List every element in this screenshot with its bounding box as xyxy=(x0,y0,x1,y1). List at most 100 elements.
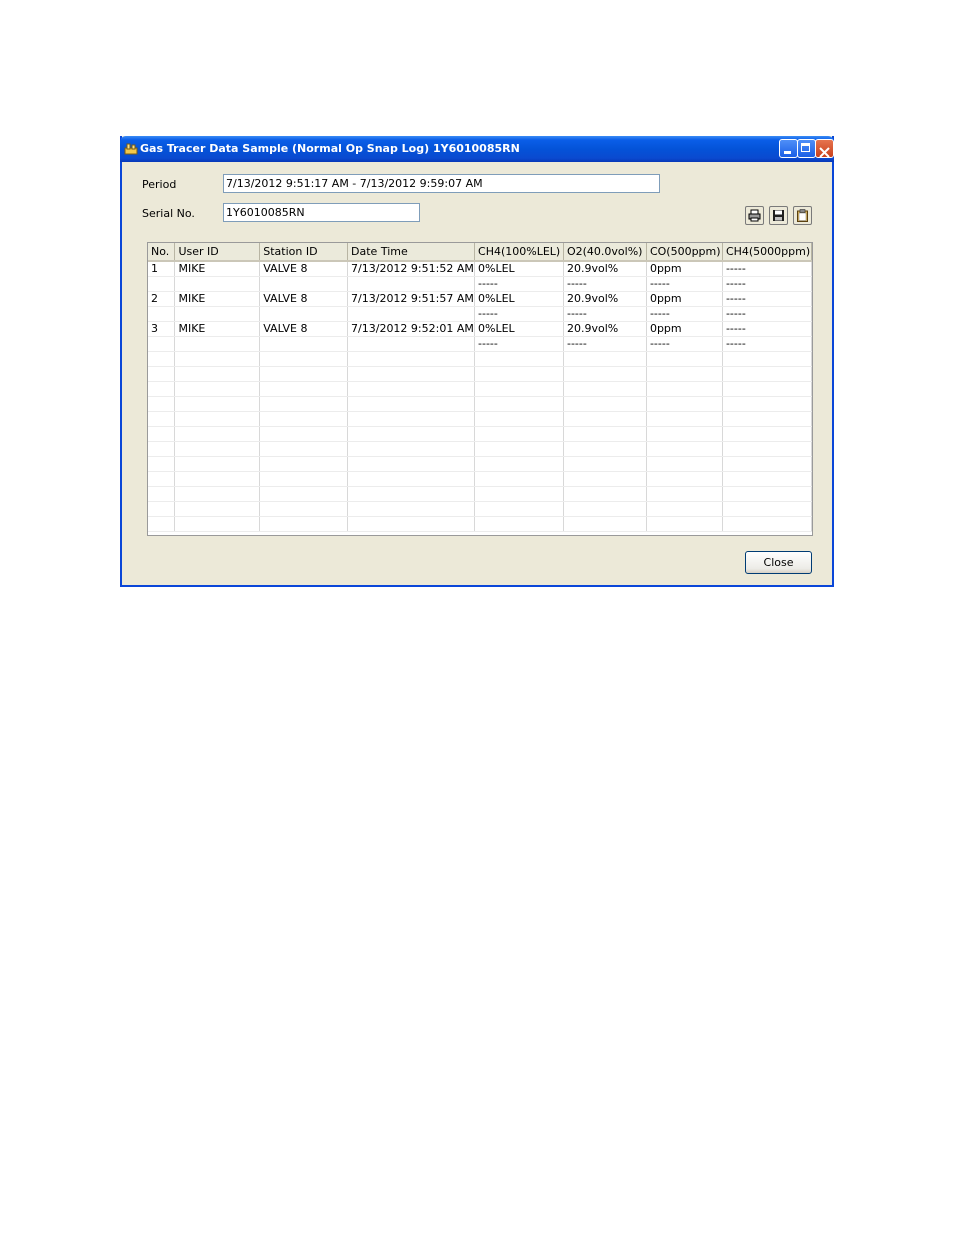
table-row[interactable]: ----- ----- ----- ----- xyxy=(148,276,812,292)
table-row[interactable]: 2 MIKE VALVE 8 7/13/2012 9:51:57 AM 0%LEL 20.… xyxy=(148,291,812,307)
table-cell: 0ppm xyxy=(646,261,723,277)
table-cell xyxy=(347,411,476,427)
table-cell xyxy=(259,306,349,322)
table-cell xyxy=(347,471,476,487)
table-row[interactable]: 1 MIKE VALVE 8 7/13/2012 9:51:52 AM 0%LEL 20.… xyxy=(148,261,812,277)
serial-field[interactable]: 1Y6010085RN xyxy=(223,203,420,222)
column-header[interactable]: CH4(5000ppm) xyxy=(722,243,812,262)
table-cell xyxy=(563,381,647,397)
table-cell xyxy=(259,501,349,517)
app-icon xyxy=(124,141,138,155)
table-cell xyxy=(174,351,261,367)
save-icon xyxy=(773,210,784,221)
table-cell xyxy=(474,381,564,397)
table-cell: ----- xyxy=(646,306,723,322)
table-cell: 1 xyxy=(148,261,176,277)
table-cell xyxy=(347,501,476,517)
column-header[interactable]: O2(40.0vol%) xyxy=(563,243,647,262)
table-cell xyxy=(722,351,812,367)
table-cell xyxy=(347,381,476,397)
table-cell xyxy=(347,396,476,412)
print-button[interactable] xyxy=(745,206,764,225)
print-icon xyxy=(748,209,761,222)
column-header[interactable]: No. xyxy=(148,243,176,262)
table-cell xyxy=(259,456,349,472)
table-cell xyxy=(148,456,176,472)
table-cell xyxy=(259,276,349,292)
table-cell xyxy=(563,351,647,367)
table-cell: 20.9vol% xyxy=(563,261,647,277)
column-header[interactable]: User ID xyxy=(174,243,261,262)
title-bar[interactable]: Gas Tracer Data Sample (Normal Op Snap L… xyxy=(120,136,834,162)
minimize-button[interactable] xyxy=(779,139,798,158)
table-cell xyxy=(563,441,647,457)
table-cell: ----- xyxy=(563,336,647,352)
maximize-button[interactable] xyxy=(797,139,816,158)
table-cell xyxy=(347,306,476,322)
table-cell xyxy=(646,366,723,382)
table-row[interactable] xyxy=(148,516,812,532)
copy-to-clipboard-button[interactable] xyxy=(793,206,812,225)
column-header[interactable]: Date Time xyxy=(347,243,476,262)
save-button[interactable] xyxy=(769,206,788,225)
table-cell xyxy=(646,516,723,532)
table-row[interactable] xyxy=(148,381,812,397)
table-row[interactable]: ----- ----- ----- ----- xyxy=(148,336,812,352)
table-row[interactable] xyxy=(148,456,812,472)
table-cell xyxy=(563,516,647,532)
table-cell xyxy=(259,366,349,382)
table-row[interactable] xyxy=(148,471,812,487)
data-sample-window: Gas Tracer Data Sample (Normal Op Snap L… xyxy=(120,136,834,587)
close-button[interactable]: Close xyxy=(745,551,812,574)
table-cell xyxy=(174,366,261,382)
table-row[interactable] xyxy=(148,426,812,442)
column-header[interactable]: Station ID xyxy=(259,243,349,262)
table-cell xyxy=(347,426,476,442)
table-cell xyxy=(174,381,261,397)
table-cell xyxy=(259,426,349,442)
table-cell xyxy=(722,426,812,442)
table-cell xyxy=(148,306,176,322)
table-cell: ----- xyxy=(722,321,812,337)
table-cell xyxy=(148,336,176,352)
table-row[interactable] xyxy=(148,411,812,427)
close-window-button[interactable] xyxy=(815,139,834,158)
table-cell xyxy=(722,366,812,382)
close-icon xyxy=(819,143,830,162)
table-cell xyxy=(474,501,564,517)
table-cell xyxy=(174,456,261,472)
table-cell xyxy=(259,516,349,532)
table-cell xyxy=(148,366,176,382)
table-row[interactable] xyxy=(148,351,812,367)
table-cell: 0ppm xyxy=(646,291,723,307)
table-cell xyxy=(474,471,564,487)
column-header[interactable]: CH4(100%LEL) xyxy=(474,243,564,262)
table-cell xyxy=(148,351,176,367)
table-row[interactable]: ----- ----- ----- ----- xyxy=(148,306,812,322)
table-cell: 20.9vol% xyxy=(563,291,647,307)
period-field[interactable]: 7/13/2012 9:51:17 AM - 7/13/2012 9:59:07… xyxy=(223,174,660,193)
table-row[interactable]: 3 MIKE VALVE 8 7/13/2012 9:52:01 AM 0%LEL 20.… xyxy=(148,321,812,337)
table-cell: MIKE xyxy=(174,291,261,307)
table-cell xyxy=(259,471,349,487)
table-cell xyxy=(174,396,261,412)
table-row[interactable] xyxy=(148,366,812,382)
table-cell xyxy=(474,516,564,532)
table-row[interactable] xyxy=(148,501,812,517)
table-cell xyxy=(646,501,723,517)
column-header[interactable]: CO(500ppm) xyxy=(646,243,723,262)
table-cell xyxy=(722,411,812,427)
table-row[interactable] xyxy=(148,441,812,457)
table-cell xyxy=(646,441,723,457)
table-cell xyxy=(722,486,812,502)
table-row[interactable] xyxy=(148,486,812,502)
table-cell xyxy=(259,441,349,457)
window-title: Gas Tracer Data Sample (Normal Op Snap L… xyxy=(140,142,520,155)
table-cell: ----- xyxy=(646,336,723,352)
table-cell xyxy=(259,336,349,352)
table-cell: VALVE 8 xyxy=(259,261,349,277)
data-table[interactable]: No. User ID Station ID Date Time CH4(100%LEL… xyxy=(147,242,813,536)
period-label: Period xyxy=(142,178,177,191)
table-cell xyxy=(563,411,647,427)
table-row[interactable] xyxy=(148,396,812,412)
